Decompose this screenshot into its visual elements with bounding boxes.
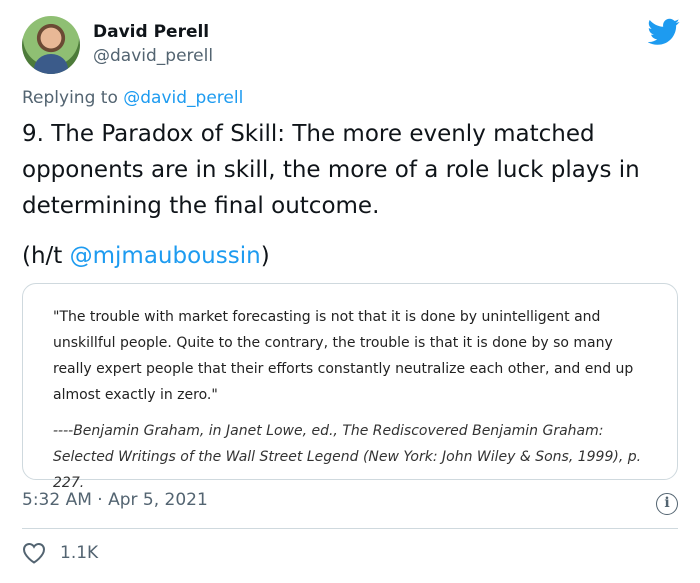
tweet-header: David Perell @david_perell [22, 16, 682, 76]
author-handle[interactable]: @david_perell [93, 46, 213, 66]
like-button[interactable]: 1.1K [22, 540, 98, 566]
quote-citation: ----Benjamin Graham, in Janet Lowe, ed.,… [53, 423, 642, 491]
like-count: 1.1K [60, 543, 99, 563]
info-icon[interactable]: i [656, 493, 678, 515]
hat-tip-suffix: ) [260, 243, 270, 269]
reply-mention-link[interactable]: @david_perell [123, 88, 243, 108]
tweet-timestamp[interactable]: 5:32 AM · Apr 5, 2021 [22, 490, 208, 510]
author-name[interactable]: David Perell [93, 22, 209, 42]
replying-prefix: Replying to [22, 88, 124, 108]
hat-tip-prefix: (h/t [22, 243, 70, 269]
replying-to: Replying to @david_perell [22, 88, 243, 108]
divider [22, 528, 678, 529]
quote-body: "The trouble with market forecasting is … [53, 309, 634, 403]
avatar[interactable] [22, 16, 80, 74]
heart-icon[interactable] [22, 542, 46, 564]
quote-image-card[interactable]: "The trouble with market forecasting is … [22, 283, 678, 491]
tweet-text: 9. The Paradox of Skill: The more evenly… [22, 121, 640, 219]
tweet-hat-tip: (h/t @mjmauboussin) [22, 238, 270, 274]
twitter-bird-icon[interactable] [648, 18, 680, 46]
hat-tip-mention-link[interactable]: @mjmauboussin [70, 243, 261, 269]
